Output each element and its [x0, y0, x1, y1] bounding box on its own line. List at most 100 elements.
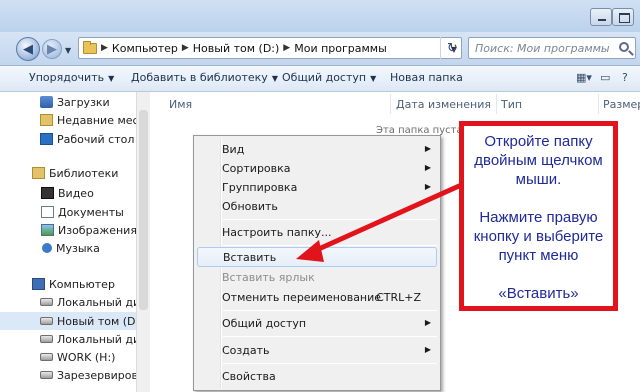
nav-item-label: Видео [58, 186, 94, 200]
libraries-icon [32, 167, 45, 179]
callout-line: «Вставить» [498, 285, 579, 302]
nav-item-label: Музыка [56, 241, 100, 255]
menu-separator [223, 310, 437, 311]
submenu-arrow-icon: ▶ [424, 182, 431, 191]
column-header-size[interactable]: Размер [603, 98, 640, 111]
minimize-button[interactable] [590, 8, 612, 26]
column-divider[interactable] [496, 94, 497, 114]
menu-item-group[interactable]: Группировка ▶ [222, 177, 438, 197]
menu-item-label: Создать [222, 343, 270, 357]
submenu-arrow-icon: ▶ [424, 144, 431, 153]
menu-item-label: Настроить папку... [222, 225, 332, 239]
nav-item-documents[interactable]: Документы [0, 203, 150, 221]
history-dropdown-icon[interactable]: ▼ [65, 46, 71, 55]
add-to-library-label: Добавить в библиотеку [131, 71, 268, 84]
nav-item-label: Загрузки [57, 95, 110, 109]
organize-label: Упорядочить [29, 71, 105, 84]
caret-down-icon: ▼ [370, 74, 377, 83]
callout-line: Откройте папку [484, 133, 593, 150]
arrow-left-icon: ◀ [23, 41, 33, 57]
context-menu: Вид ▶ Сортировка ▶ Группировка ▶ Обновить Н… [193, 135, 441, 391]
menu-item-label: Вставить [223, 250, 277, 264]
drive-icon [40, 371, 53, 379]
nav-item-downloads[interactable]: Загрузки [0, 93, 150, 111]
breadcrumb-separator-icon[interactable]: ▶ [182, 43, 189, 53]
menu-separator [223, 336, 437, 337]
nav-item-reserved[interactable]: Зарезервирован [0, 366, 150, 384]
menu-item-undo-rename[interactable]: Отменить переименование CTRL+Z [222, 287, 438, 307]
nav-item-label: Документы [58, 205, 124, 219]
nav-item-computer[interactable]: Компьютер [0, 275, 150, 293]
submenu-arrow-icon: ▶ [424, 163, 431, 172]
column-header-name[interactable]: Имя [169, 98, 192, 111]
title-bar [0, 0, 640, 32]
submenu-arrow-icon: ▶ [424, 345, 431, 354]
callout-line: Нажмите правую [479, 209, 598, 226]
column-divider[interactable] [598, 94, 599, 114]
nav-item-desktop[interactable]: Рабочий стол [0, 130, 150, 148]
nav-item-libraries[interactable]: Библиотеки [0, 164, 150, 182]
nav-item-local-disk[interactable]: Локальный диск [0, 330, 150, 348]
nav-item-work-h[interactable]: WORK (H:) [0, 348, 150, 366]
nav-item-label: WORK (H:) [57, 350, 116, 364]
nav-pane-scrollbar[interactable] [136, 92, 150, 392]
music-icon [42, 243, 52, 253]
nav-item-recent-places[interactable]: Недавние места [0, 111, 150, 129]
column-header-date[interactable]: Дата изменения [396, 98, 491, 111]
breadcrumb-drive[interactable]: Новый том (D:) [193, 42, 280, 55]
menu-item-paste[interactable]: Вставить [197, 247, 437, 267]
breadcrumb-computer[interactable]: Компьютер [112, 42, 178, 55]
instruction-callout: Откройте папку двойным щелчком мыши. Наж… [459, 121, 618, 311]
drive-icon [40, 317, 53, 325]
menu-separator [223, 363, 437, 364]
nav-item-label: Новый том (D:) [57, 314, 144, 328]
breadcrumb-separator-icon[interactable]: ▶ [283, 43, 290, 53]
maximize-button[interactable] [612, 8, 634, 26]
address-bar[interactable]: ▶ Компьютер ▶ Новый том (D:) ▶ Мои прогр… [78, 37, 462, 59]
organize-button[interactable]: Упорядочить ▼ [29, 71, 114, 84]
nav-item-local-disk-c[interactable]: Локальный диск [0, 293, 150, 311]
preview-pane-icon[interactable]: ▭ [600, 71, 610, 84]
menu-item-view[interactable]: Вид ▶ [222, 139, 438, 159]
drive-icon [40, 335, 53, 343]
nav-item-new-volume-d[interactable]: Новый том (D:) [0, 312, 150, 330]
forward-button[interactable]: ▶ [42, 39, 62, 59]
menu-item-share[interactable]: Общий доступ ▶ [222, 313, 438, 333]
breadcrumb-separator-icon[interactable]: ▶ [101, 43, 108, 53]
menu-item-refresh[interactable]: Обновить [222, 196, 438, 216]
menu-item-label: Общий доступ [222, 316, 307, 330]
callout-line: двойным щелчком [474, 152, 603, 169]
share-label: Общий доступ [282, 71, 367, 84]
command-toolbar: Упорядочить ▼ Добавить в библиотеку ▼ Общи… [0, 66, 640, 92]
view-options-icon[interactable]: ▦▾ [576, 71, 592, 84]
share-button[interactable]: Общий доступ ▼ [282, 71, 376, 84]
menu-item-properties[interactable]: Свойства [222, 366, 438, 386]
menu-item-label: Вид [222, 142, 245, 156]
nav-item-label: Изображения [58, 223, 137, 237]
submenu-arrow-icon: ▶ [424, 318, 431, 327]
nav-item-video[interactable]: Видео [0, 184, 150, 202]
nav-item-images[interactable]: Изображения [0, 221, 150, 239]
recent-places-icon [40, 114, 53, 126]
menu-item-paste-shortcut[interactable]: Вставить ярлык [222, 267, 438, 287]
menu-item-customize-folder[interactable]: Настроить папку... [222, 222, 438, 242]
menu-item-sort[interactable]: Сортировка ▶ [222, 158, 438, 178]
help-icon[interactable]: ? [622, 71, 628, 84]
menu-item-create[interactable]: Создать ▶ [222, 340, 438, 360]
refresh-button[interactable]: ↻ [440, 37, 464, 59]
search-input[interactable]: Поиск: Мои программы [468, 37, 636, 59]
nav-item-music[interactable]: Музыка [0, 239, 150, 257]
callout-line: кнопку и выберите [473, 228, 604, 245]
menu-separator [223, 245, 437, 246]
column-divider[interactable] [390, 94, 391, 114]
folder-icon [83, 40, 97, 54]
back-button[interactable]: ◀ [16, 37, 40, 61]
add-to-library-button[interactable]: Добавить в библиотеку ▼ [131, 71, 278, 84]
images-icon [41, 224, 54, 236]
breadcrumb-folder[interactable]: Мои программы [294, 42, 387, 55]
column-header-type[interactable]: Тип [501, 98, 522, 111]
new-folder-button[interactable]: Новая папка [390, 71, 463, 84]
caret-down-icon: ▼ [108, 74, 115, 83]
video-icon [41, 187, 54, 199]
refresh-icon: ↻ [447, 40, 458, 56]
